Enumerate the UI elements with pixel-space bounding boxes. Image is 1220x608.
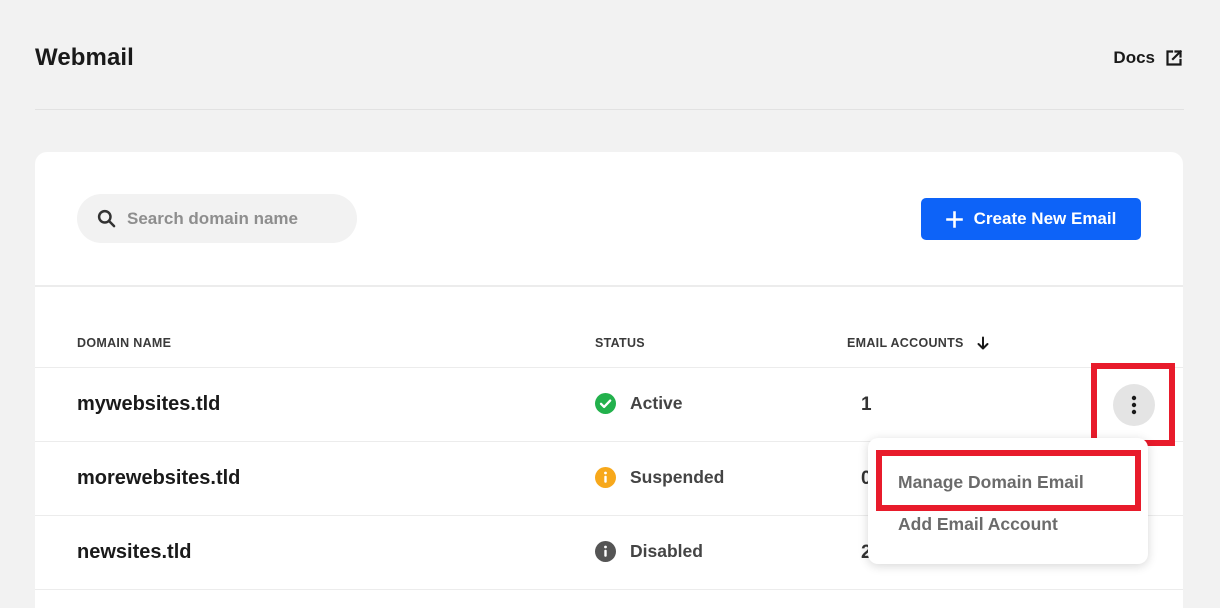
column-header-status: STATUS (595, 336, 645, 350)
docs-label: Docs (1113, 48, 1155, 67)
menu-item-manage-domain-email[interactable]: Manage Domain Email (898, 472, 1084, 493)
status-badge: Disabled (595, 541, 703, 562)
info-circle-icon (595, 467, 616, 488)
row-actions-button[interactable] (1113, 384, 1155, 426)
create-new-email-label: Create New Email (973, 209, 1117, 228)
search-icon (97, 209, 116, 228)
webmail-page: Webmail Docs Create New (0, 0, 1220, 608)
docs-link[interactable]: Docs (1113, 48, 1184, 68)
status-label: Active (630, 393, 683, 413)
domain-name: morewebsites.tld (77, 467, 241, 489)
plus-icon (945, 210, 963, 228)
search-input[interactable] (127, 208, 347, 229)
status-label: Suspended (630, 467, 725, 487)
status-label: Disabled (630, 541, 703, 561)
column-header-email-accounts[interactable]: EMAIL ACCOUNTS (847, 336, 990, 350)
create-new-email-button[interactable]: Create New Email (921, 198, 1141, 240)
toolbar: Create New Email (35, 152, 1183, 287)
email-accounts-count: 1 (861, 394, 872, 415)
menu-item-add-email-account[interactable]: Add Email Account (898, 514, 1058, 535)
status-badge: Suspended (595, 467, 724, 488)
page-title: Webmail (35, 44, 134, 71)
arrow-down-icon (977, 336, 989, 350)
page-header: Webmail Docs (35, 0, 1184, 110)
status-badge: Active (595, 393, 683, 414)
table-header: DOMAIN NAME STATUS EMAIL ACCOUNTS (35, 289, 1183, 368)
row-actions-menu: Manage Domain Email Add Email Account (868, 438, 1148, 564)
kebab-menu-icon (1131, 395, 1137, 415)
check-circle-icon (595, 393, 616, 414)
search-box (77, 194, 357, 243)
table-row: mywebsites.tld Active 1 (35, 368, 1183, 442)
domain-name: mywebsites.tld (77, 393, 221, 415)
info-circle-icon (595, 541, 616, 562)
column-header-domain: DOMAIN NAME (77, 336, 172, 350)
domain-name: newsites.tld (77, 541, 192, 563)
external-link-icon (1166, 49, 1183, 66)
column-header-email-accounts-label: EMAIL ACCOUNTS (847, 336, 964, 350)
